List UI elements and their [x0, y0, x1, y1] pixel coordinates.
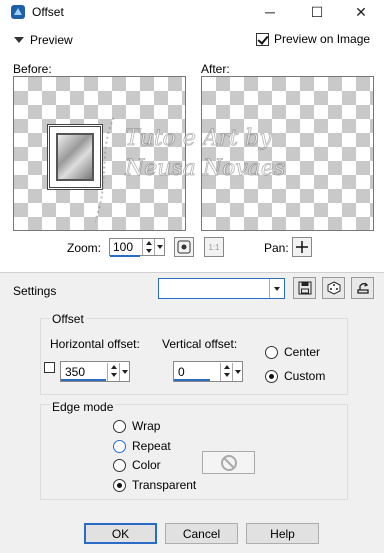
settings-preset-select[interactable]: [158, 278, 285, 299]
preview-toggle[interactable]: Preview: [14, 33, 73, 47]
pan-button[interactable]: [292, 237, 312, 257]
edge-repeat-option[interactable]: Repeat: [113, 439, 171, 453]
horizontal-offset-dropdown[interactable]: [119, 363, 129, 381]
vertical-offset-label: Vertical offset:: [162, 337, 238, 351]
dropdown-arrow-icon: [121, 370, 128, 374]
edge-transparent-option[interactable]: Transparent: [113, 478, 196, 492]
spin-up-icon: [145, 241, 152, 245]
preview-on-image-checkbox[interactable]: Preview on Image: [256, 32, 370, 46]
wrap-label: Wrap: [132, 419, 161, 433]
spin-down-icon: [223, 373, 230, 377]
settings-label: Settings: [13, 284, 57, 298]
dice-icon: [327, 281, 340, 295]
zoom-focus-underline: [110, 255, 140, 257]
move-icon: [296, 241, 308, 253]
horizontal-offset-spinner[interactable]: [107, 363, 119, 381]
offset-custom-option[interactable]: Custom: [265, 369, 325, 383]
checkbox-checked-icon[interactable]: [256, 32, 269, 46]
before-label: Before:: [13, 62, 52, 76]
edge-color-option[interactable]: Color: [113, 458, 161, 472]
edge-mode-title: Edge mode: [50, 400, 116, 414]
vertical-offset-value: 0: [178, 365, 185, 379]
zoom-value: 100: [113, 240, 134, 254]
zoom-label: Zoom:: [67, 241, 102, 255]
preview-on-image-label: Preview on Image: [274, 32, 371, 46]
save-icon: [298, 281, 311, 295]
link-offsets-checkbox[interactable]: [44, 362, 55, 373]
help-button[interactable]: Help: [246, 523, 319, 544]
reset-button[interactable]: [351, 277, 374, 299]
horizontal-focus-underline: [61, 379, 106, 381]
center-label: Center: [284, 345, 321, 359]
zoom-dropdown[interactable]: [154, 239, 164, 255]
window-title: Offset: [32, 5, 64, 19]
transparent-label: Transparent: [132, 478, 197, 492]
jewel-frame-image: [47, 124, 103, 190]
app-icon: [10, 4, 26, 20]
zoom-spinner[interactable]: [142, 239, 154, 255]
custom-label: Custom: [284, 369, 326, 383]
after-label: After:: [201, 62, 230, 76]
horizontal-offset-value: 350: [65, 365, 86, 379]
horizontal-offset-label: Horizontal offset:: [50, 337, 140, 351]
save-preset-button[interactable]: [293, 277, 316, 299]
offset-center-option[interactable]: Center: [265, 345, 320, 359]
radio-icon[interactable]: [265, 345, 278, 359]
zoom-to-fit-button[interactable]: [174, 237, 194, 257]
chevron-down-icon: [14, 37, 24, 43]
fit-icon: [177, 240, 191, 254]
chevron-down-icon: [269, 279, 284, 298]
spin-down-icon: [110, 373, 117, 377]
color-label: Color: [132, 458, 161, 472]
minimize-button[interactable]: ─: [247, 0, 293, 24]
spin-up-icon: [223, 365, 230, 369]
vertical-focus-underline: [174, 379, 210, 381]
reset-icon: [356, 282, 369, 294]
pan-label: Pan:: [264, 241, 289, 255]
dropdown-arrow-icon: [234, 370, 241, 374]
vertical-offset-spinner[interactable]: [220, 363, 232, 381]
no-color-icon: [220, 454, 237, 471]
edge-wrap-option[interactable]: Wrap: [113, 419, 160, 433]
actual-size-button[interactable]: 1:1: [204, 237, 224, 257]
after-preview[interactable]: [201, 76, 374, 231]
radio-icon[interactable]: [113, 439, 126, 453]
offset-group-title: Offset: [50, 312, 86, 326]
randomize-button[interactable]: [322, 277, 345, 299]
radio-icon[interactable]: [113, 419, 126, 433]
repeat-label: Repeat: [132, 439, 171, 453]
maximize-button[interactable]: ☐: [294, 0, 340, 24]
spin-up-icon: [110, 365, 117, 369]
cancel-button[interactable]: Cancel: [165, 523, 238, 544]
spin-down-icon: [145, 249, 152, 253]
edge-color-swatch[interactable]: [202, 451, 255, 474]
preview-toggle-label: Preview: [30, 33, 73, 47]
dropdown-arrow-icon: [156, 245, 163, 249]
ok-button[interactable]: OK: [84, 523, 157, 544]
radio-icon[interactable]: [113, 458, 126, 472]
radio-selected-icon[interactable]: [265, 369, 278, 383]
close-button[interactable]: ✕: [338, 0, 384, 24]
vertical-offset-dropdown[interactable]: [232, 363, 242, 381]
radio-selected-icon[interactable]: [113, 478, 126, 492]
